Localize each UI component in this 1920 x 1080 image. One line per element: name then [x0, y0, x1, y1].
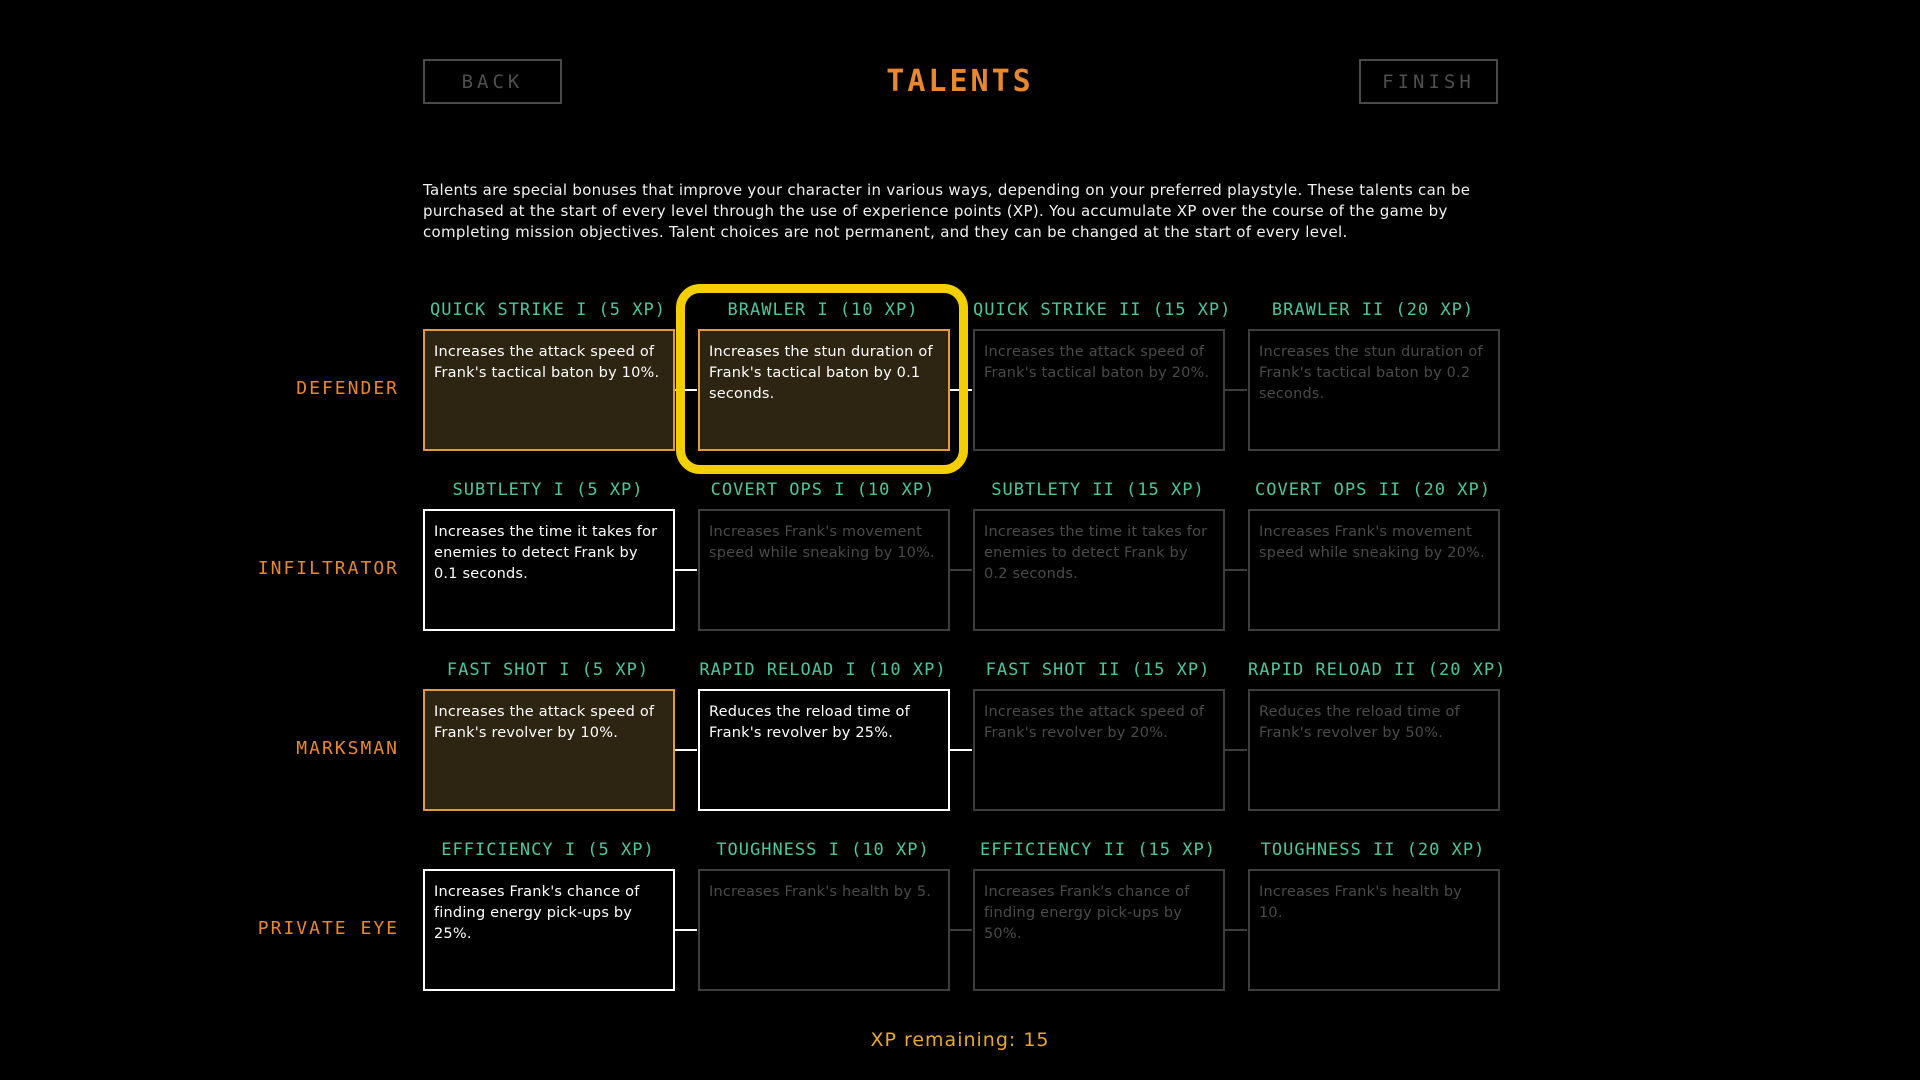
talent-connector: [948, 389, 972, 391]
talent-title: QUICK STRIKE I (5 XP): [430, 300, 666, 320]
row-label-private-eye: PRIVATE EYE: [257, 918, 399, 939]
talent-title: QUICK STRIKE II (15 XP): [973, 300, 1232, 320]
talent-card-fast-shot-2[interactable]: Increases the attack speed of Frank's re…: [973, 689, 1225, 811]
row-label-defender: DEFENDER: [296, 378, 399, 399]
talent-card-toughness-2[interactable]: Increases Frank's health by 10.: [1248, 869, 1500, 991]
talent-title: SUBTLETY I (5 XP): [452, 480, 644, 500]
talent-connector: [1223, 569, 1247, 571]
talent-connector: [1223, 749, 1247, 751]
xp-remaining: XP remaining: 15: [870, 1029, 1050, 1051]
talent-card-brawler-1[interactable]: Increases the stun duration of Frank's t…: [698, 329, 950, 451]
talent-title: FAST SHOT I (5 XP): [446, 660, 650, 680]
talent-card-rapid-reload-2[interactable]: Reduces the reload time of Frank's revol…: [1248, 689, 1500, 811]
talent-card-covert-ops-1[interactable]: Increases Frank's movement speed while s…: [698, 509, 950, 631]
talent-connector: [673, 749, 697, 751]
talent-title: BRAWLER II (20 XP): [1271, 300, 1475, 320]
talent-title: EFFICIENCY I (5 XP): [441, 840, 655, 860]
talent-connector: [948, 569, 972, 571]
talent-connector: [948, 749, 972, 751]
talent-title: BRAWLER I (10 XP): [727, 300, 919, 320]
talent-card-efficiency-2[interactable]: Increases Frank's chance of finding ener…: [973, 869, 1225, 991]
talent-title: COVERT OPS II (20 XP): [1255, 480, 1491, 500]
talent-connector: [948, 929, 972, 931]
talent-card-covert-ops-2[interactable]: Increases Frank's movement speed while s…: [1248, 509, 1500, 631]
row-label-infiltrator: INFILTRATOR: [257, 558, 399, 579]
talent-card-subtlety-2[interactable]: Increases the time it takes for enemies …: [973, 509, 1225, 631]
talent-title: EFFICIENCY II (15 XP): [980, 840, 1216, 860]
talent-card-rapid-reload-1[interactable]: Reduces the reload time of Frank's revol…: [698, 689, 950, 811]
talent-title: COVERT OPS I (10 XP): [710, 480, 936, 500]
talent-title: TOUGHNESS I (10 XP): [716, 840, 930, 860]
talent-card-efficiency-1[interactable]: Increases Frank's chance of finding ener…: [423, 869, 675, 991]
talent-connector: [673, 929, 697, 931]
finish-button[interactable]: FINISH: [1359, 59, 1498, 104]
page-title: TALENTS: [886, 64, 1034, 99]
talent-card-subtlety-1[interactable]: Increases the time it takes for enemies …: [423, 509, 675, 631]
talent-card-quick-strike-2[interactable]: Increases the attack speed of Frank's ta…: [973, 329, 1225, 451]
talent-connector: [1223, 929, 1247, 931]
talent-title: RAPID RELOAD I (10 XP): [699, 660, 947, 680]
talent-connector: [673, 569, 697, 571]
talent-connector: [1223, 389, 1247, 391]
talent-card-brawler-2[interactable]: Increases the stun duration of Frank's t…: [1248, 329, 1500, 451]
talent-card-quick-strike-1[interactable]: Increases the attack speed of Frank's ta…: [423, 329, 675, 451]
intro-text: Talents are special bonuses that improve…: [423, 181, 1471, 241]
talent-title: SUBTLETY II (15 XP): [991, 480, 1205, 500]
talent-title: RAPID RELOAD II (20 XP): [1248, 660, 1507, 680]
talent-title: TOUGHNESS II (20 XP): [1260, 840, 1486, 860]
talent-title: FAST SHOT II (15 XP): [985, 660, 1211, 680]
back-button[interactable]: BACK: [423, 59, 562, 104]
talent-card-fast-shot-1[interactable]: Increases the attack speed of Frank's re…: [423, 689, 675, 811]
talent-connector: [673, 389, 697, 391]
talent-card-toughness-1[interactable]: Increases Frank's health by 5.: [698, 869, 950, 991]
row-label-marksman: MARKSMAN: [296, 738, 399, 759]
